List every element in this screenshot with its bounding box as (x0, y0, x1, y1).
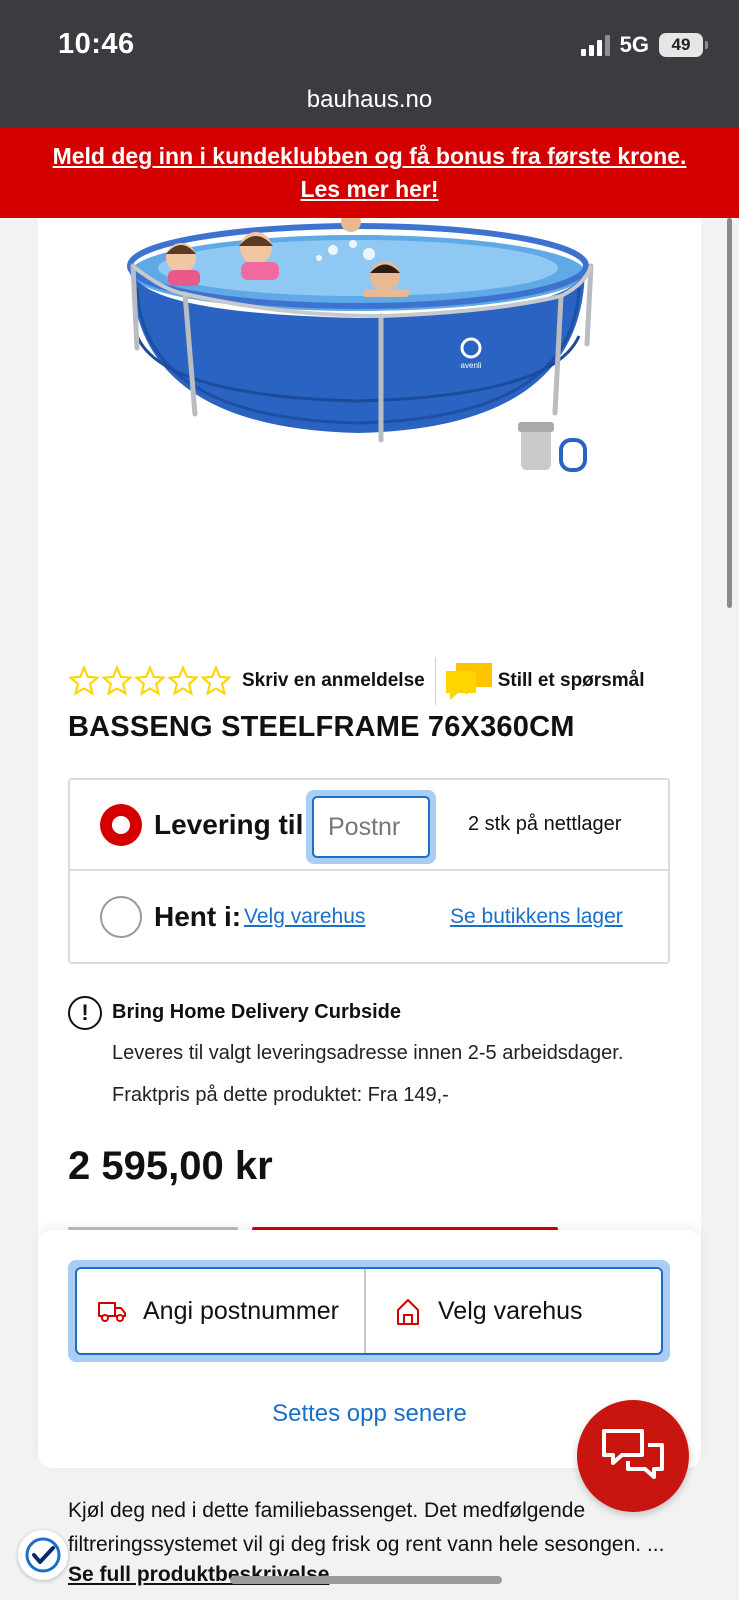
truck-icon (98, 1302, 126, 1322)
browser-top-bar: 10:46 5G 49 bauhaus.no (0, 0, 739, 128)
network-type: 5G (619, 32, 649, 57)
brand-mark: avenli (461, 361, 482, 370)
enter-postcode-label: Angi postnummer (143, 1296, 339, 1325)
choice-group: Angi postnummer Velg varehus (75, 1267, 663, 1355)
postnr-input[interactable] (312, 796, 430, 858)
trust-badge[interactable] (18, 1530, 68, 1580)
pickup-label: Hent i: (154, 900, 242, 932)
shipping-price: Fraktpris på dette produktet: Fra 149,- (112, 1084, 449, 1106)
star-icon (200, 665, 232, 696)
enter-postcode-button[interactable]: Angi postnummer (77, 1269, 366, 1353)
status-time: 10:46 (58, 28, 135, 60)
status-indicators: 5G 49 (580, 32, 708, 58)
promo-line-1[interactable]: Meld deg inn i kundeklubben og få bonus … (53, 143, 687, 169)
rating-row: Skriv en anmeldelse Still et spørsmål (68, 657, 678, 705)
store-icon (397, 1299, 419, 1325)
choice-focus-ring: Angi postnummer Velg varehus (68, 1260, 670, 1362)
delivery-options: Levering til: 2 stk på nettlager Hent i:… (68, 778, 670, 964)
star-icon (167, 665, 199, 696)
checkmark-badge-icon (25, 1537, 61, 1573)
postnr-focus-ring (306, 790, 436, 864)
delivery-label: Levering til: (154, 808, 313, 840)
battery-icon: 49 (659, 33, 708, 57)
choose-store-label: Velg varehus (438, 1296, 583, 1325)
shipping-method-title: Bring Home Delivery Curbside (112, 1001, 401, 1023)
shipping-eta: Leveres til valgt leveringsadresse innen… (112, 1042, 624, 1064)
product-image[interactable]: avenli (123, 212, 653, 508)
promo-banner[interactable]: Meld deg inn i kundeklubben og få bonus … (0, 128, 739, 218)
online-stock-text: 2 stk på nettlager (468, 813, 622, 835)
ask-question-link[interactable]: Still et spørsmål (444, 661, 645, 701)
pickup-radio[interactable] (100, 895, 142, 938)
info-icon: ! (68, 996, 102, 1030)
battery-level: 49 (671, 35, 691, 54)
chat-icon (602, 1429, 664, 1479)
signal-icon (580, 34, 610, 56)
star-icon (101, 665, 133, 696)
choose-store-link[interactable]: Velg varehus (244, 905, 365, 929)
rating-stars[interactable] (68, 665, 232, 697)
product-description: Kjøl deg ned i dette familiebassenget. D… (68, 1499, 665, 1556)
write-review-link[interactable]: Skriv en anmeldelse (242, 670, 425, 692)
delivery-option-row: Levering til: 2 stk på nettlager (70, 780, 668, 871)
star-icon (134, 665, 166, 696)
page-scrollbar[interactable] (727, 218, 732, 608)
store-stock-link[interactable]: Se butikkens lager (450, 905, 623, 929)
star-icon (68, 665, 100, 696)
home-indicator[interactable] (230, 1576, 502, 1584)
product-price: 2 595,00 kr (68, 1144, 273, 1188)
product-title: BASSENG STEELFRAME 76X360CM (68, 711, 575, 743)
ask-question-label: Still et spørsmål (497, 670, 645, 691)
product-card: avenli Skriv en anmeldelse Still et spør… (38, 212, 701, 1468)
address-bar[interactable]: bauhaus.no (0, 86, 739, 114)
delivery-radio[interactable] (100, 803, 142, 846)
choose-store-button[interactable]: Velg varehus (366, 1269, 661, 1353)
chat-bubbles-icon (445, 663, 492, 700)
promo-line-2[interactable]: Les mer her! (300, 176, 438, 202)
divider (434, 657, 436, 705)
pickup-option-row: Hent i: Velg varehus Se butikkens lager (70, 871, 668, 962)
